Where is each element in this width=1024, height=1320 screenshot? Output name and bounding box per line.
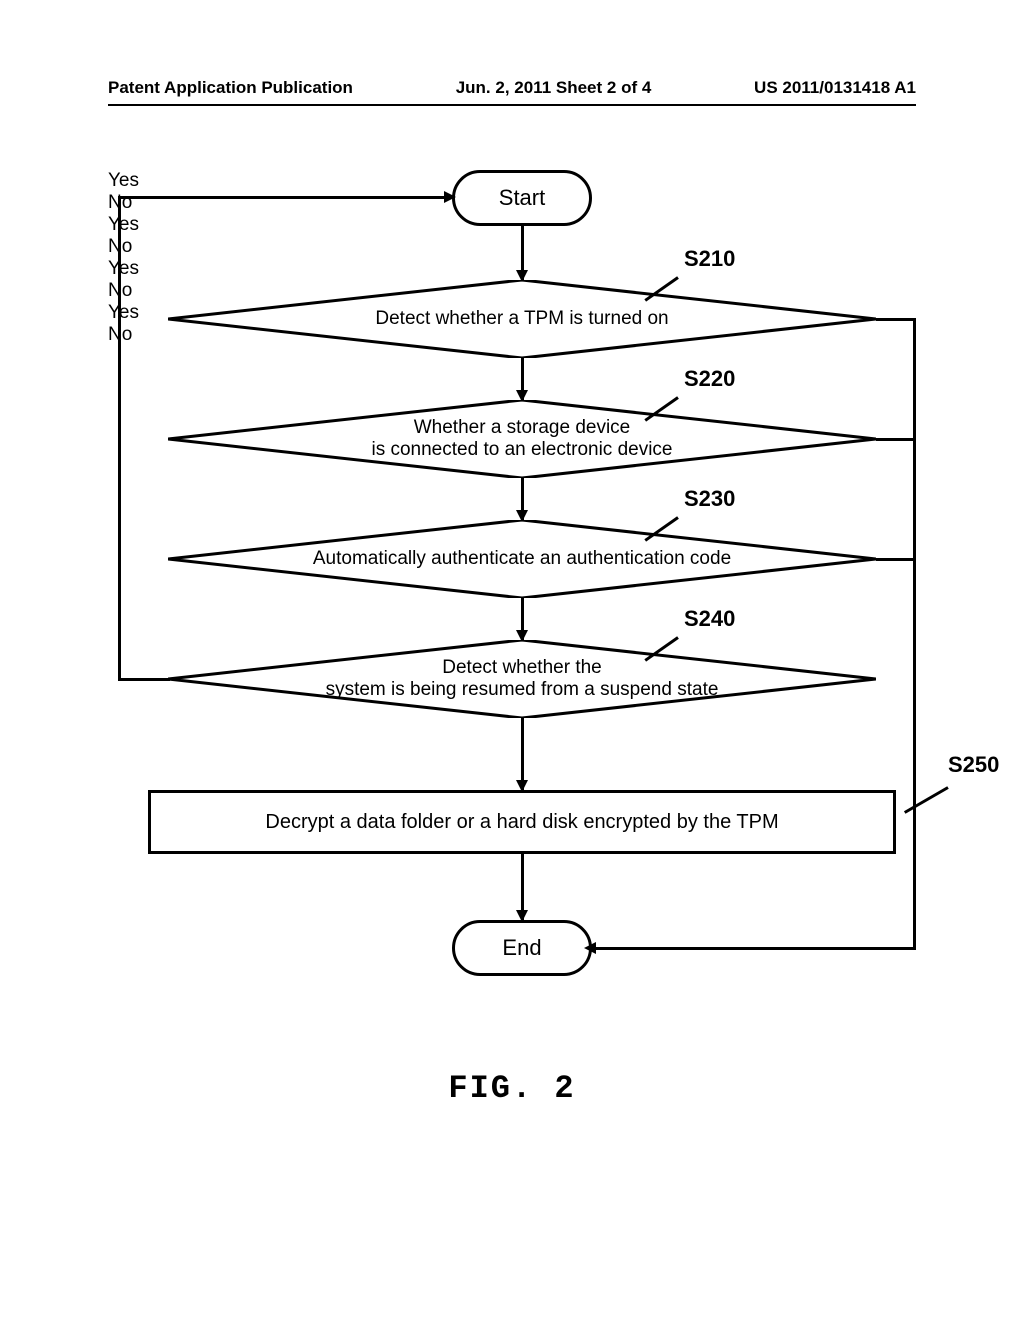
label-s230: S230	[684, 486, 735, 512]
s210-text: Detect whether a TPM is turned on	[375, 308, 668, 330]
s230-yes: Yes	[108, 258, 916, 280]
s240-text2: system is being resumed from a suspend s…	[326, 679, 719, 701]
header-left: Patent Application Publication	[108, 78, 353, 98]
label-s220: S220	[684, 366, 735, 392]
s220-text2: is connected to an electronic device	[371, 439, 672, 461]
arrowhead-end-right	[584, 942, 596, 954]
s250-text: Decrypt a data folder or a hard disk enc…	[265, 811, 778, 834]
page-header: Patent Application Publication Jun. 2, 2…	[108, 78, 916, 98]
s240-text1: Detect whether the	[442, 657, 601, 679]
no-stub-s210	[876, 318, 916, 321]
s220-text1: Whether a storage device	[414, 417, 631, 439]
arrowhead-start-left	[444, 191, 456, 203]
label-s240: S240	[684, 606, 735, 632]
decision-s240: Detect whether the system is being resum…	[168, 640, 876, 718]
no-stub-s230	[876, 558, 916, 561]
no-bus-to-end	[592, 947, 916, 950]
leader-s250	[904, 786, 949, 814]
decision-s210: Detect whether a TPM is turned on	[168, 280, 876, 358]
start-terminal: Start	[452, 170, 592, 226]
flowchart: Start Detect whether a TPM is turned on …	[108, 170, 916, 990]
label-s210: S210	[684, 246, 735, 272]
no-stub-s220	[876, 438, 916, 441]
end-terminal: End	[452, 920, 592, 976]
figure-caption: FIG. 2	[0, 1070, 1024, 1107]
s230-text: Automatically authenticate an authentica…	[313, 548, 731, 570]
decision-s220: Whether a storage device is connected to…	[168, 400, 876, 478]
patent-page: Patent Application Publication Jun. 2, 2…	[0, 0, 1024, 1320]
yes-stub-s240	[118, 678, 170, 681]
yes-bus-left	[118, 196, 121, 681]
decision-s230: Automatically authenticate an authentica…	[168, 520, 876, 598]
header-right: US 2011/0131418 A1	[754, 78, 916, 98]
label-s250: S250	[948, 752, 999, 778]
header-rule	[108, 104, 916, 106]
yes-bus-to-start	[118, 196, 448, 199]
header-center: Jun. 2, 2011 Sheet 2 of 4	[456, 78, 652, 98]
no-bus-right	[913, 318, 916, 950]
end-label: End	[502, 935, 541, 961]
process-s250: Decrypt a data folder or a hard disk enc…	[148, 790, 896, 854]
start-label: Start	[499, 185, 545, 211]
s220-no: No	[108, 236, 916, 258]
